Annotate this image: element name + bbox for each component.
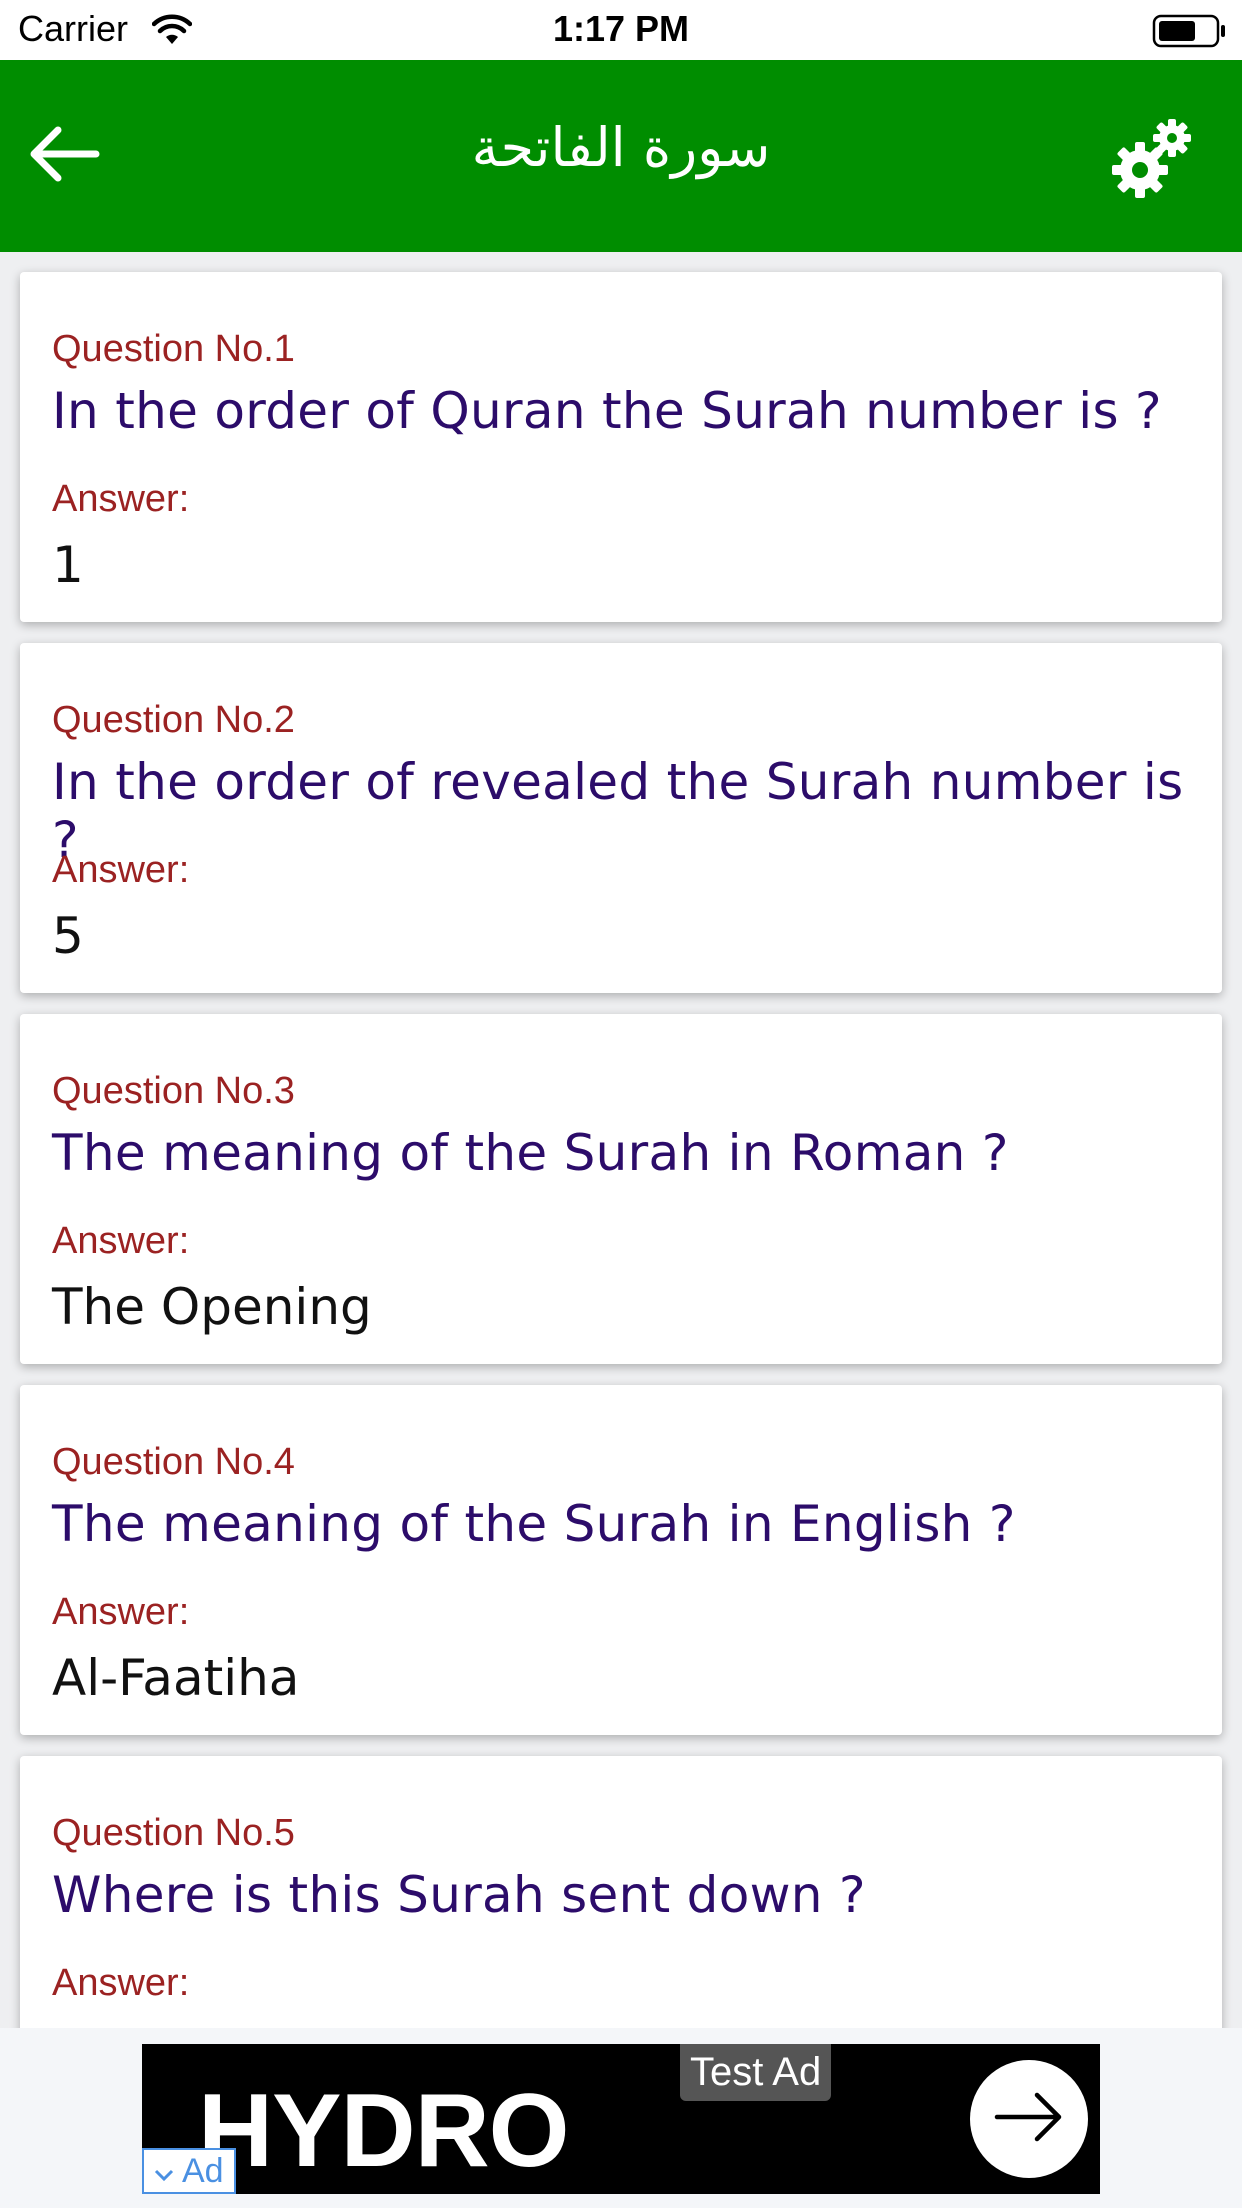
chevron-down-icon [154,2152,174,2191]
question-number: Question No.1 [52,328,295,370]
question-number: Question No.3 [52,1070,295,1112]
question-card[interactable]: Question No.2 In the order of revealed t… [20,643,1222,993]
gears-icon [1102,119,1198,212]
answer-label: Answer: [52,849,190,891]
answer-text: M [52,2020,95,2028]
answer-label: Answer: [52,1220,190,1262]
question-card[interactable]: Question No.5 Where is this Surah sent d… [20,1756,1222,2028]
answer-label: Answer: [52,1591,190,1633]
answer-label: Answer: [52,1962,190,2004]
adchoices-label: Ad [182,2151,224,2190]
answer-text: Al-Faatiha [52,1649,300,1707]
question-number: Question No.4 [52,1441,295,1483]
question-text: The meaning of the Surah in Roman ? [52,1124,1009,1182]
question-list[interactable]: Question No.1 In the order of Quran the … [0,252,1242,2028]
answer-label: Answer: [52,478,190,520]
test-ad-badge: Test Ad [680,2044,832,2101]
battery-icon [1152,14,1228,52]
navigation-bar: سورة الفاتحة [0,60,1242,252]
adchoices-button[interactable]: Ad [142,2148,236,2194]
arrow-left-icon [28,124,100,188]
question-card[interactable]: Question No.1 In the order of Quran the … [20,272,1222,622]
question-number: Question No.5 [52,1812,295,1854]
question-text: In the order of revealed the Surah numbe… [52,753,1184,869]
status-bar: Carrier 1:17 PM [0,0,1242,60]
ad-banner-area: HYDRO Test Ad Ad [0,2028,1242,2208]
answer-text: 5 [52,907,84,965]
ad-brand: HYDRO [198,2073,570,2189]
settings-button[interactable] [1102,112,1198,208]
question-number: Question No.2 [52,699,295,741]
ad-cta-button[interactable] [970,2060,1088,2178]
answer-text: The Opening [52,1278,372,1336]
page-title: سورة الفاتحة [471,116,771,179]
question-text: Where is this Surah sent down ? [52,1866,866,1924]
back-button[interactable] [24,116,104,196]
question-text: In the order of Quran the Surah number i… [52,382,1162,440]
question-card[interactable]: Question No.4 The meaning of the Surah i… [20,1385,1222,1735]
clock: 1:17 PM [552,8,690,49]
answer-text: 1 [52,536,84,594]
ad-banner[interactable]: HYDRO Test Ad [142,2044,1100,2194]
question-text: The meaning of the Surah in English ? [52,1495,1016,1553]
question-card[interactable]: Question No.3 The meaning of the Surah i… [20,1014,1222,1364]
arrow-right-icon [993,2089,1065,2149]
